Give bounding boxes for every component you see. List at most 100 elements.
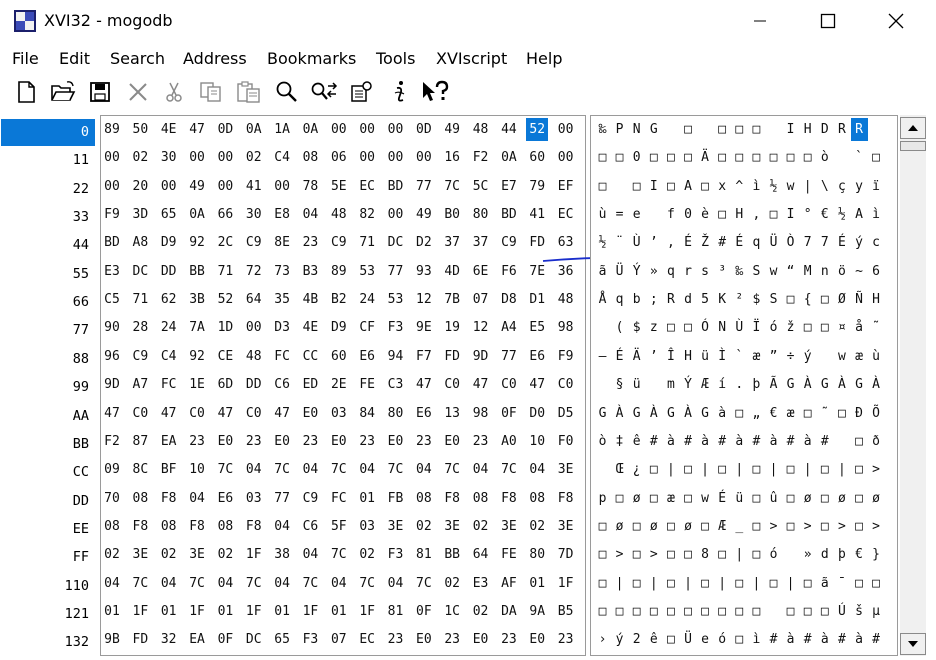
hex-byte[interactable]: F2 (470, 146, 492, 169)
row-address[interactable]: 33 (1, 204, 95, 231)
text-char[interactable]: Ü (611, 260, 628, 283)
hex-byte[interactable]: FD (129, 628, 151, 651)
find-replace-button[interactable] (310, 78, 338, 106)
hex-byte[interactable]: E0 (526, 628, 548, 651)
hex-byte[interactable]: 7C (129, 572, 151, 595)
hex-byte[interactable]: 02 (101, 543, 123, 566)
text-char[interactable]: □ (782, 487, 799, 510)
hex-byte[interactable]: 00 (356, 118, 378, 141)
text-char[interactable]: □ (799, 316, 816, 339)
text-char[interactable]: □ (628, 515, 645, 538)
hex-byte[interactable]: 66 (214, 203, 236, 226)
text-char[interactable]: ‰ (594, 118, 611, 141)
hex-byte[interactable]: 41 (243, 175, 265, 198)
hex-byte[interactable]: D9 (328, 316, 350, 339)
text-char[interactable]: □ (816, 515, 833, 538)
hex-byte[interactable]: 4E (158, 118, 180, 141)
hex-byte[interactable]: 63 (555, 231, 577, 254)
hex-byte[interactable]: 4B (299, 288, 321, 311)
text-char[interactable]: ê (628, 430, 645, 453)
hex-byte[interactable]: FD (441, 345, 463, 368)
minimize-button[interactable] (726, 0, 794, 42)
text-char[interactable]: 7 (816, 231, 833, 254)
hex-byte[interactable]: 47 (271, 402, 293, 425)
hex-byte[interactable]: B2 (328, 288, 350, 311)
text-char[interactable]: { (799, 288, 816, 311)
hex-byte[interactable]: F3 (385, 316, 407, 339)
hex-byte[interactable]: C9 (328, 231, 350, 254)
hex-byte[interactable]: DD (243, 373, 265, 396)
text-char[interactable]: Ú (833, 600, 850, 623)
text-char[interactable]: Å (594, 288, 611, 311)
text-char[interactable]: ö (833, 260, 850, 283)
hex-byte[interactable]: EC (555, 203, 577, 226)
text-char[interactable]: ¯ (833, 572, 850, 595)
text-char[interactable]: # (748, 430, 765, 453)
text-char[interactable]: ó (714, 628, 731, 651)
text-char[interactable]: À (833, 373, 850, 396)
text-char[interactable]: ½ (594, 231, 611, 254)
hex-byte[interactable]: 9D (470, 345, 492, 368)
text-char[interactable]: ò (816, 146, 833, 169)
hex-byte[interactable]: FC (158, 373, 180, 396)
hex-byte[interactable]: E0 (385, 430, 407, 453)
hex-byte[interactable]: 7C (385, 458, 407, 481)
hex-byte[interactable]: 02 (413, 515, 435, 538)
hex-byte[interactable]: 48 (328, 203, 350, 226)
text-char[interactable]: □ (782, 458, 799, 481)
text-char[interactable]: I (782, 203, 799, 226)
hex-byte[interactable]: EA (158, 430, 180, 453)
hex-byte[interactable]: 32 (158, 628, 180, 651)
hex-byte[interactable]: A7 (129, 373, 151, 396)
hex-byte[interactable]: E5 (526, 316, 548, 339)
hex-byte[interactable]: 10 (186, 458, 208, 481)
text-char[interactable]: Ì (714, 345, 731, 368)
hex-byte[interactable]: 47 (186, 118, 208, 141)
text-char[interactable]: □ (816, 458, 833, 481)
menu-edit[interactable]: Edit (59, 49, 90, 68)
hex-byte[interactable]: 04 (299, 458, 321, 481)
text-char[interactable]: m (662, 373, 679, 396)
text-char[interactable]: ° (799, 203, 816, 226)
hex-byte[interactable]: 0A (186, 203, 208, 226)
hex-byte[interactable]: FB (385, 487, 407, 510)
hex-byte[interactable]: 41 (526, 203, 548, 226)
text-char[interactable]: ‡ (611, 430, 628, 453)
hex-byte[interactable]: 07 (328, 628, 350, 651)
text-char[interactable]: Ã (765, 373, 782, 396)
hex-byte[interactable]: 00 (385, 118, 407, 141)
hex-byte[interactable]: F3 (385, 543, 407, 566)
hex-byte[interactable]: BD (385, 175, 407, 198)
text-char[interactable]: S (748, 260, 765, 283)
hex-byte[interactable]: B0 (441, 203, 463, 226)
hex-byte[interactable]: A0 (498, 430, 520, 453)
text-char[interactable]: | (799, 175, 816, 198)
text-char[interactable]: e (697, 628, 714, 651)
text-char[interactable]: □ (697, 175, 714, 198)
text-char[interactable]: □ (731, 572, 748, 595)
hex-byte[interactable]: 04 (413, 458, 435, 481)
text-char[interactable]: Ð (851, 402, 868, 425)
hex-byte[interactable]: 01 (271, 600, 293, 623)
text-char[interactable]: Æ (697, 373, 714, 396)
text-char[interactable]: ’ (645, 345, 662, 368)
hex-byte[interactable]: C3 (385, 373, 407, 396)
hex-byte[interactable]: 23 (498, 628, 520, 651)
text-char[interactable]: } (868, 543, 885, 566)
text-char[interactable]: ¿ (628, 458, 645, 481)
text-char[interactable]: y (851, 175, 868, 198)
text-char[interactable]: # (714, 231, 731, 254)
hex-byte[interactable]: 08 (101, 515, 123, 538)
text-char[interactable]: | (765, 458, 782, 481)
text-char[interactable]: ì (748, 175, 765, 198)
hex-byte[interactable]: 23 (243, 430, 265, 453)
text-char[interactable]: Ü (765, 231, 782, 254)
row-address[interactable]: 121 (1, 601, 95, 628)
hex-byte[interactable]: 49 (413, 203, 435, 226)
text-char[interactable]: à (765, 430, 782, 453)
text-char[interactable]: € (851, 543, 868, 566)
hex-byte[interactable]: F8 (243, 515, 265, 538)
hex-byte[interactable]: DC (129, 260, 151, 283)
maximize-button[interactable] (794, 0, 862, 42)
text-char[interactable]: b (628, 288, 645, 311)
